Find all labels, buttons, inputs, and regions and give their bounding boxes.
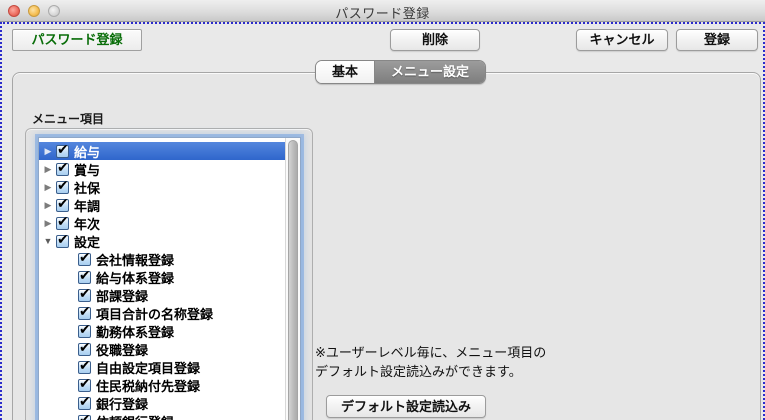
tab-basic[interactable]: 基本	[316, 61, 375, 83]
tree-item-label: 部課登録	[96, 286, 148, 305]
note-line-2: デフォルト設定読込みができます。	[315, 362, 645, 381]
delete-button[interactable]: 削除	[390, 29, 480, 51]
item-checkbox[interactable]	[78, 307, 91, 320]
password-registration-label-button[interactable]: パスワード登録	[12, 29, 142, 51]
tree-row[interactable]: 会社情報登録	[39, 250, 285, 268]
item-checkbox[interactable]	[78, 361, 91, 374]
tree-row[interactable]: 住民税納付先登録	[39, 376, 285, 394]
form-area: パスワード登録 削除 キャンセル 登録 基本 メニュー設定 メニュー項目 ▶ 給与…	[0, 22, 765, 420]
vertical-scrollbar[interactable]	[285, 138, 300, 420]
tree-row[interactable]: ▶ 社保	[39, 178, 285, 196]
item-checkbox[interactable]	[78, 271, 91, 284]
tree-row[interactable]: 役職登録	[39, 340, 285, 358]
tab-bar: 基本 メニュー設定	[315, 60, 486, 84]
tree-item-label: 給与	[74, 142, 100, 161]
disclosure-down-icon[interactable]: ▼	[42, 232, 54, 250]
disclosure-right-icon[interactable]: ▶	[42, 142, 54, 160]
tree-item-label: 給与体系登録	[96, 268, 174, 287]
tree-item-label: 賞与	[74, 160, 100, 179]
tree-row[interactable]: 銀行登録	[39, 394, 285, 412]
tree-row[interactable]: ▶ 給与	[39, 142, 285, 160]
load-default-settings-button[interactable]: デフォルト設定読込み	[326, 395, 486, 418]
tree-row[interactable]: 項目合計の名称登録	[39, 304, 285, 322]
menu-tree[interactable]: ▶ 給与 ▶ 賞与 ▶ 社保 ▶ 年調 ▶ 年次▼設定会社情報登録給与体系登録部課登録項目合計の名…	[38, 137, 301, 420]
tree-item-label: 役職登録	[96, 340, 148, 359]
tree-item-label: 年調	[74, 196, 100, 215]
tree-row[interactable]: 部課登録	[39, 286, 285, 304]
item-checkbox[interactable]	[78, 379, 91, 392]
item-checkbox[interactable]	[78, 343, 91, 356]
disclosure-right-icon[interactable]: ▶	[42, 214, 54, 232]
tree-row[interactable]: ▶ 年次	[39, 214, 285, 232]
disclosure-right-icon[interactable]: ▶	[42, 196, 54, 214]
tree-item-label: 自由設定項目登録	[96, 358, 200, 377]
tree-item-label: 年次	[74, 214, 100, 233]
disclosure-right-icon[interactable]: ▶	[42, 160, 54, 178]
tree-item-label: 銀行登録	[96, 394, 148, 413]
disclosure-right-icon[interactable]: ▶	[42, 178, 54, 196]
note-line-1: ※ユーザーレベル毎に、メニュー項目の	[315, 343, 645, 362]
item-checkbox[interactable]	[78, 289, 91, 302]
tree-item-label: 依頼銀行登録	[96, 412, 174, 420]
item-checkbox[interactable]	[78, 397, 91, 410]
item-checkbox[interactable]	[78, 415, 91, 420]
item-checkbox[interactable]	[56, 199, 69, 212]
tree-row[interactable]: 給与体系登録	[39, 268, 285, 286]
item-checkbox[interactable]	[56, 235, 69, 248]
window-title: パスワード登録	[0, 3, 765, 22]
password-registration-window: パスワード登録 パスワード登録 削除 キャンセル 登録 基本 メニュー設定 メニ…	[0, 0, 765, 420]
titlebar: パスワード登録	[0, 0, 765, 22]
menu-items-label: メニュー項目	[32, 110, 104, 127]
tree-row[interactable]: 自由設定項目登録	[39, 358, 285, 376]
tree-item-label: 社保	[74, 178, 100, 197]
tree-item-label: 勤務体系登録	[96, 322, 174, 341]
tree-row[interactable]: 依頼銀行登録	[39, 412, 285, 420]
item-checkbox[interactable]	[56, 145, 69, 158]
tree-row[interactable]: ▶ 年調	[39, 196, 285, 214]
item-checkbox[interactable]	[56, 181, 69, 194]
tree-row[interactable]: ▶ 賞与	[39, 160, 285, 178]
menu-tree-rows: ▶ 給与 ▶ 賞与 ▶ 社保 ▶ 年調 ▶ 年次▼設定会社情報登録給与体系登録部課登録項目合計の名…	[39, 142, 285, 420]
scrollbar-thumb[interactable]	[288, 140, 298, 420]
item-checkbox[interactable]	[56, 217, 69, 230]
tree-item-label: 会社情報登録	[96, 250, 174, 269]
tree-item-label: 住民税納付先登録	[96, 376, 200, 395]
tree-row[interactable]: ▼設定	[39, 232, 285, 250]
tree-item-label: 項目合計の名称登録	[96, 304, 213, 323]
tab-menu-settings[interactable]: メニュー設定	[375, 61, 485, 83]
item-checkbox[interactable]	[78, 253, 91, 266]
item-checkbox[interactable]	[78, 325, 91, 338]
default-settings-note: ※ユーザーレベル毎に、メニュー項目の デフォルト設定読込みができます。	[315, 343, 645, 381]
item-checkbox[interactable]	[56, 163, 69, 176]
tree-row[interactable]: 勤務体系登録	[39, 322, 285, 340]
register-button[interactable]: 登録	[676, 29, 758, 51]
cancel-button[interactable]: キャンセル	[576, 29, 668, 51]
